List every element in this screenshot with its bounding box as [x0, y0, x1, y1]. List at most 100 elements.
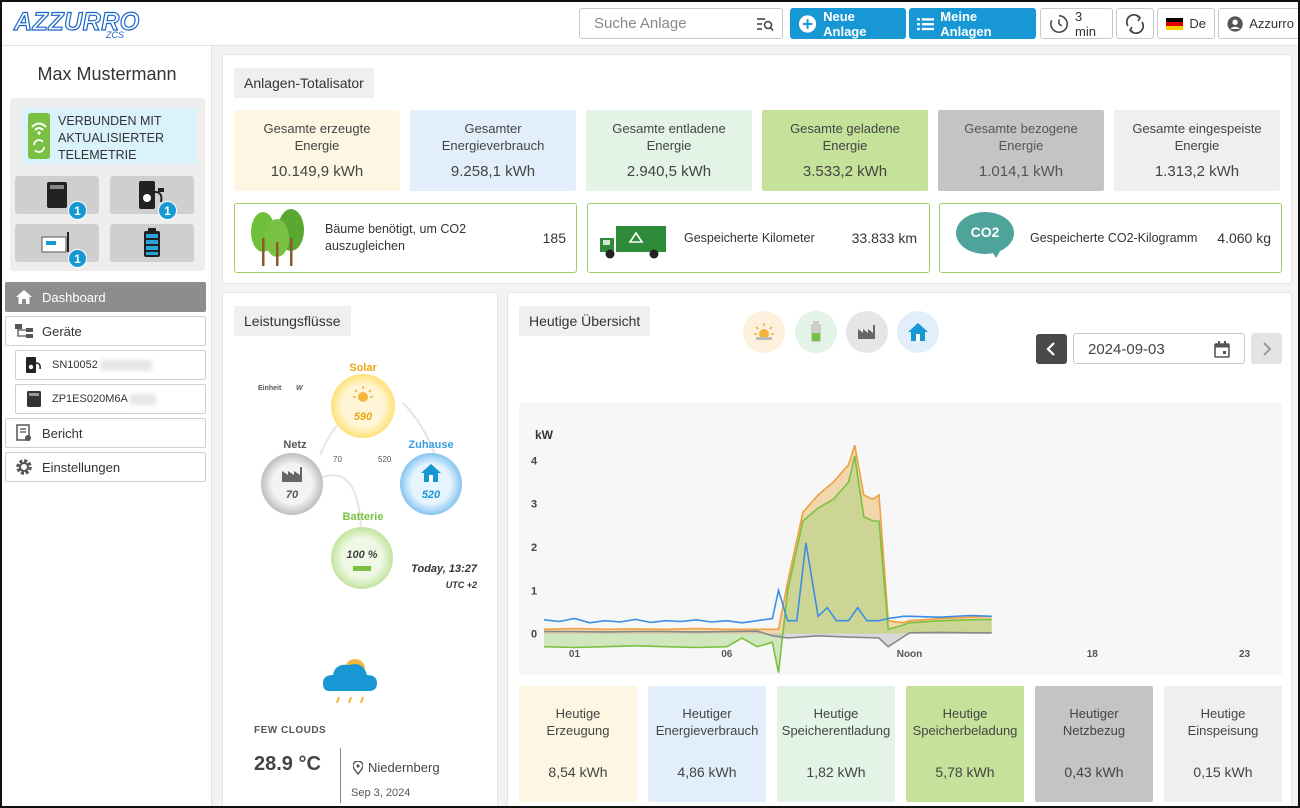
date-value: 2024-09-03	[1088, 341, 1165, 358]
today-overview-title: Heutige Übersicht	[519, 306, 651, 336]
nav-device-2-label: ZP1ES020M6A	[52, 393, 128, 405]
totalizer-tile-value: 1.313,2 kWh	[1154, 163, 1240, 180]
filter-grid-button[interactable]	[846, 311, 888, 353]
totalizer-tile: Gesamte bezogene Energie 1.014,1 kWh	[938, 110, 1104, 191]
grid-node[interactable]: 70	[261, 453, 323, 515]
my-plants-button[interactable]: Meine Anlagen	[909, 8, 1036, 39]
app-window: AZZURRO ZCS Neue Anlage Meine Anlagen 3 …	[0, 0, 1300, 808]
nav-device-1[interactable]: SN10052	[15, 350, 206, 380]
nav-settings[interactable]: Einstellungen	[5, 452, 206, 482]
trees-label: Bäume benötigt, um CO2 auszugleichen	[325, 222, 467, 253]
totalizer-tile-label: Gesamte bezogene Energie	[964, 121, 1078, 153]
filter-solar-button[interactable]	[743, 311, 785, 353]
battery-label: Batterie	[342, 511, 384, 523]
prev-day-button[interactable]	[1036, 334, 1067, 364]
language-button[interactable]: De	[1157, 8, 1215, 39]
language-label: De	[1189, 16, 1206, 31]
trees-value: 185	[542, 230, 566, 246]
german-flag-icon	[1166, 17, 1184, 30]
today-tile: Heutige Einspeisung 0,15 kWh	[1164, 686, 1282, 802]
co2-value: 4.060 kg	[1217, 230, 1271, 246]
inverter-icon	[47, 182, 67, 208]
home-node[interactable]: 520	[400, 453, 462, 515]
new-plant-button[interactable]: Neue Anlage	[790, 8, 906, 39]
sync-button[interactable]	[1116, 8, 1154, 39]
series-area-production	[544, 445, 992, 634]
device-panel: VERBUNDEN MIT AKTUALISIERTER TELEMETRIE …	[10, 98, 205, 271]
logo-sub: ZCS	[106, 30, 124, 40]
series-line-consumption	[543, 542, 992, 624]
search-list-icon[interactable]	[756, 16, 774, 32]
x-tick-label: Noon	[897, 649, 923, 660]
ev-charger-icon	[24, 356, 44, 374]
redacted-serial	[129, 393, 156, 405]
today-tile: Heutiger Energieverbrauch 4,86 kWh	[648, 686, 766, 802]
new-plant-label: Neue Anlage	[823, 8, 867, 39]
location: Niedernberg	[368, 760, 440, 775]
totalizer-tile-value: 2.940,5 kWh	[626, 163, 712, 180]
refresh-interval-label: 3 min	[1075, 8, 1096, 39]
user-circle-icon	[1227, 15, 1243, 32]
totalizer-tile: Gesamte geladene Energie 3.533,2 kWh	[762, 110, 928, 191]
today-tile-label: Heutiger Energieverbrauch	[655, 706, 759, 738]
meter-icon	[41, 232, 69, 253]
battery-icon	[811, 321, 821, 342]
solar-label: Solar	[349, 362, 377, 374]
charger-device[interactable]: 1	[110, 176, 194, 220]
today-tile-value: 4,86 kWh	[677, 764, 737, 780]
my-plants-label: Meine Anlagen	[940, 8, 992, 39]
plus-circle-icon	[798, 14, 817, 33]
next-day-button[interactable]	[1251, 333, 1282, 364]
series-line-production	[543, 444, 992, 631]
report-icon	[14, 424, 34, 442]
battery-device[interactable]	[110, 224, 194, 262]
filter-home-button[interactable]	[897, 311, 939, 353]
grid-label: Netz	[283, 439, 307, 451]
chart-area: kW 0 1 2 3 4 01 06 Noon 18 23	[519, 403, 1282, 675]
today-tile-value: 1,82 kWh	[806, 764, 866, 780]
battery-node[interactable]: 100 %	[331, 527, 393, 589]
user-name: Max Mustermann	[37, 64, 177, 84]
flows-timezone: UTC +2	[445, 580, 477, 590]
redacted-serial	[99, 359, 152, 371]
inverter-device[interactable]: 1	[15, 176, 99, 220]
search-input[interactable]	[580, 9, 740, 38]
totalizer-tile-value: 9.258,1 kWh	[450, 163, 536, 180]
cloud-sun-icon	[323, 659, 377, 704]
nav-settings-label: Einstellungen	[42, 459, 121, 475]
nav-devices[interactable]: Geräte	[5, 316, 206, 346]
account-button[interactable]: Azzurro	[1218, 8, 1298, 39]
today-tile-value: 0,43 kWh	[1064, 764, 1124, 780]
filter-battery-button[interactable]	[795, 311, 837, 353]
power-flows-panel: Leistungsflüsse Einheit W 70 520 Solar 5…	[222, 292, 498, 806]
co2-tile: CO2 Gespeicherte CO2-Kilogramm 4.060 kg	[939, 203, 1282, 273]
grid-value: 70	[285, 489, 299, 501]
date-picker[interactable]: 2024-09-03	[1073, 333, 1245, 364]
home-icon	[14, 288, 34, 306]
km-label: Gespeicherte Kilometer	[684, 231, 815, 245]
totalizer-tile-label: Gesamte erzeugte Energie	[263, 121, 371, 153]
azzurro-logo[interactable]: AZZURRO ZCS	[10, 7, 139, 40]
today-overview-panel: Heutige Übersicht 2024-09-03 kW 0 1 2 3 4 01 06…	[507, 292, 1292, 806]
nav-dashboard[interactable]: Dashboard	[5, 282, 206, 312]
solar-node[interactable]: 590	[331, 374, 395, 438]
co2-label: Gespeicherte CO2-Kilogramm	[1030, 231, 1198, 245]
refresh-interval-button[interactable]: 3 min	[1040, 8, 1113, 39]
flow-grid-value: 70	[333, 455, 342, 464]
y-tick-label: 2	[531, 542, 537, 554]
weather-divider	[340, 748, 341, 803]
totalizer-title: Anlagen-Totalisator	[234, 68, 374, 98]
totalizer-tile: Gesamter Energieverbrauch 9.258,1 kWh	[410, 110, 576, 191]
location-pin-icon	[353, 761, 363, 775]
nav-report[interactable]: Bericht	[5, 418, 206, 448]
y-tick-label: 4	[531, 455, 538, 467]
today-tile: Heutige Speicherentladung 1,82 kWh	[777, 686, 895, 802]
flow-home-value: 520	[378, 455, 392, 464]
home-value: 520	[421, 489, 441, 501]
battery-icon	[144, 228, 160, 257]
today-tile-value: 0,15 kWh	[1193, 764, 1253, 780]
solar-icon	[754, 323, 774, 340]
meter-device[interactable]: 1	[15, 224, 99, 268]
nav-device-2[interactable]: ZP1ES020M6A	[15, 384, 206, 414]
meter-badge: 1	[68, 249, 87, 268]
